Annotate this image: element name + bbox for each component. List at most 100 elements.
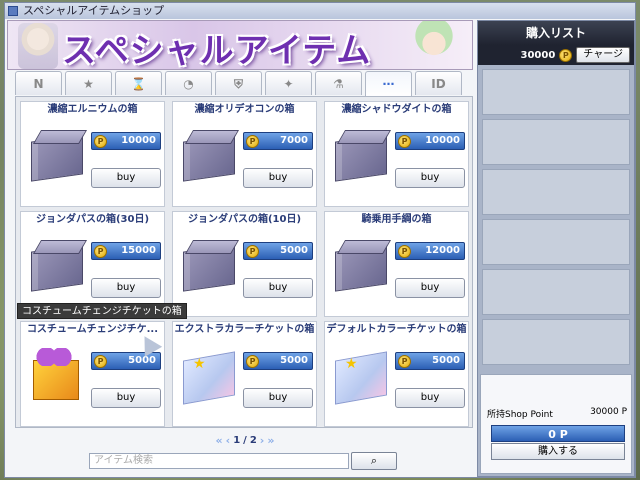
- purchase-button[interactable]: 購入する: [491, 443, 625, 460]
- item-price: P 12000: [395, 242, 465, 260]
- window-icon: [8, 6, 18, 16]
- coin-icon: P: [559, 48, 573, 62]
- pagination: « ‹ 1 / 2 › »: [195, 432, 295, 448]
- coin-icon: P: [94, 135, 107, 148]
- cart-slot[interactable]: [482, 69, 630, 115]
- item-tooltip: コスチュームチェンジチケットの箱: [17, 303, 187, 319]
- coin-icon: P: [94, 355, 107, 368]
- purchase-list-panel: 購入リスト 30000 P チャージ 所持Shop Point 30000 P …: [477, 20, 635, 477]
- total-pages: 2: [249, 434, 257, 446]
- prev-page-icon[interactable]: ‹: [226, 434, 231, 447]
- shop-window: スペシャルアイテムショップ スペシャルアイテム N ★ ⌛ ◔ ⛨ ✦ ⚗ ⋯ …: [4, 2, 636, 478]
- tab-consumable[interactable]: ⚗: [315, 71, 362, 95]
- current-page: 1: [233, 434, 241, 446]
- buy-button[interactable]: buy: [243, 278, 313, 298]
- item-price-value: 5000: [280, 245, 308, 256]
- item-price: P 5000: [243, 352, 313, 370]
- window-titlebar[interactable]: スペシャルアイテムショップ: [5, 3, 635, 19]
- buy-button[interactable]: buy: [395, 278, 465, 298]
- window-title: スペシャルアイテムショップ: [23, 4, 165, 17]
- item-price: P 10000: [395, 132, 465, 150]
- cart-slot[interactable]: [482, 269, 630, 315]
- shop-point-value: 30000 P: [590, 407, 627, 417]
- item-price: P 7000: [243, 132, 313, 150]
- buy-button[interactable]: buy: [91, 168, 161, 188]
- buy-button[interactable]: buy: [395, 168, 465, 188]
- search-input[interactable]: アイテム検索: [89, 453, 349, 469]
- tab-other[interactable]: ⋯: [365, 71, 412, 97]
- coin-icon: P: [398, 355, 411, 368]
- coin-icon: P: [94, 245, 107, 258]
- banner-character-left: [18, 23, 58, 69]
- item-card[interactable]: 騎乗用手綱の箱 P 12000 buy: [324, 211, 469, 317]
- tab-id[interactable]: ID: [415, 71, 462, 95]
- shop-banner: スペシャルアイテム: [7, 20, 473, 70]
- coin-icon: P: [246, 355, 259, 368]
- buy-button[interactable]: buy: [243, 388, 313, 408]
- item-price: P 15000: [91, 242, 161, 260]
- item-price-value: 10000: [425, 135, 460, 146]
- tab-new[interactable]: N: [15, 71, 62, 95]
- item-card[interactable]: ジョンダパスの箱(10日) P 5000 buy: [172, 211, 317, 317]
- item-name: 濃縮オリデオコンの箱: [194, 104, 295, 115]
- item-card[interactable]: 濃縮シャドウダイトの箱 P 10000 buy: [324, 101, 469, 207]
- tab-equipment[interactable]: ⛨: [215, 71, 262, 95]
- item-price-value: 5000: [280, 355, 308, 366]
- last-page-icon[interactable]: »: [267, 434, 274, 447]
- item-box-image: [331, 130, 392, 182]
- item-name: 濃縮エルニウムの箱: [47, 104, 138, 115]
- buy-button[interactable]: buy: [243, 168, 313, 188]
- item-price-value: 15000: [121, 245, 156, 256]
- order-total: 0 P: [491, 425, 625, 442]
- item-price-value: 5000: [432, 355, 460, 366]
- coin-icon: P: [398, 135, 411, 148]
- shop-point-label: 所持Shop Point: [487, 410, 553, 420]
- balance-value: 30000: [520, 49, 556, 61]
- shop-point-row: 所持Shop Point 30000 P: [487, 407, 627, 420]
- item-card[interactable]: デフォルトカラーチケットの箱 ★ P 5000 buy: [324, 321, 469, 427]
- item-box-image: [27, 130, 88, 182]
- tab-limited[interactable]: ⌛: [115, 71, 162, 95]
- page-separator: /: [243, 434, 247, 446]
- cart-slot[interactable]: [482, 119, 630, 165]
- item-price-value: 10000: [121, 135, 156, 146]
- buy-button[interactable]: buy: [91, 278, 161, 298]
- next-page-icon[interactable]: ›: [260, 434, 265, 447]
- tab-popular[interactable]: ★: [65, 71, 112, 95]
- item-card[interactable]: ジョンダパスの箱(30日) P 15000 buy: [20, 211, 165, 317]
- tab-buff[interactable]: ✦: [265, 71, 312, 95]
- item-box-image: [27, 240, 88, 292]
- purchase-list-header: 購入リスト: [478, 21, 634, 45]
- item-name: エクストラカラーチケットの箱: [174, 324, 315, 335]
- buy-button[interactable]: buy: [91, 388, 161, 408]
- item-name: ジョンダパスの箱(30日): [35, 214, 150, 225]
- search-button[interactable]: ⌕: [351, 452, 397, 470]
- cart-slot[interactable]: [482, 219, 630, 265]
- charge-button[interactable]: チャージ: [576, 47, 630, 63]
- tab-rental[interactable]: ◔: [165, 71, 212, 95]
- cart-slot[interactable]: [482, 319, 630, 365]
- item-box-image: [179, 130, 240, 182]
- item-box-image: [331, 240, 392, 292]
- balance-row: 30000 P チャージ: [478, 45, 634, 65]
- banner-title: スペシャルアイテム: [62, 31, 372, 70]
- cart-footer: 所持Shop Point 30000 P 0 P 購入する: [480, 374, 632, 474]
- first-page-icon[interactable]: «: [216, 434, 223, 447]
- item-card[interactable]: エクストラカラーチケットの箱 ★ P 5000 buy: [172, 321, 317, 427]
- item-name: 濃縮シャドウダイトの箱: [341, 104, 452, 115]
- coin-icon: P: [246, 135, 259, 148]
- item-name: デフォルトカラーチケットの箱: [326, 324, 467, 335]
- item-card[interactable]: 濃縮エルニウムの箱 P 10000 buy: [20, 101, 165, 207]
- buy-button[interactable]: buy: [395, 388, 465, 408]
- coin-icon: P: [246, 245, 259, 258]
- item-price-value: 5000: [128, 355, 156, 366]
- item-name: 騎乗用手綱の箱: [361, 214, 432, 225]
- cart-slot[interactable]: [482, 169, 630, 215]
- item-card[interactable]: 濃縮オリデオコンの箱 P 7000 buy: [172, 101, 317, 207]
- item-gift-image: [27, 348, 87, 402]
- item-grid: 濃縮エルニウムの箱 P 10000 buy 濃縮オリデオコンの箱 P 7000 buy 濃縮シャ…: [15, 96, 473, 428]
- banner-character-right: [404, 21, 464, 69]
- item-price-value: 7000: [280, 135, 308, 146]
- item-price: P 5000: [243, 242, 313, 260]
- item-name: ジョンダパスの箱(10日): [187, 214, 302, 225]
